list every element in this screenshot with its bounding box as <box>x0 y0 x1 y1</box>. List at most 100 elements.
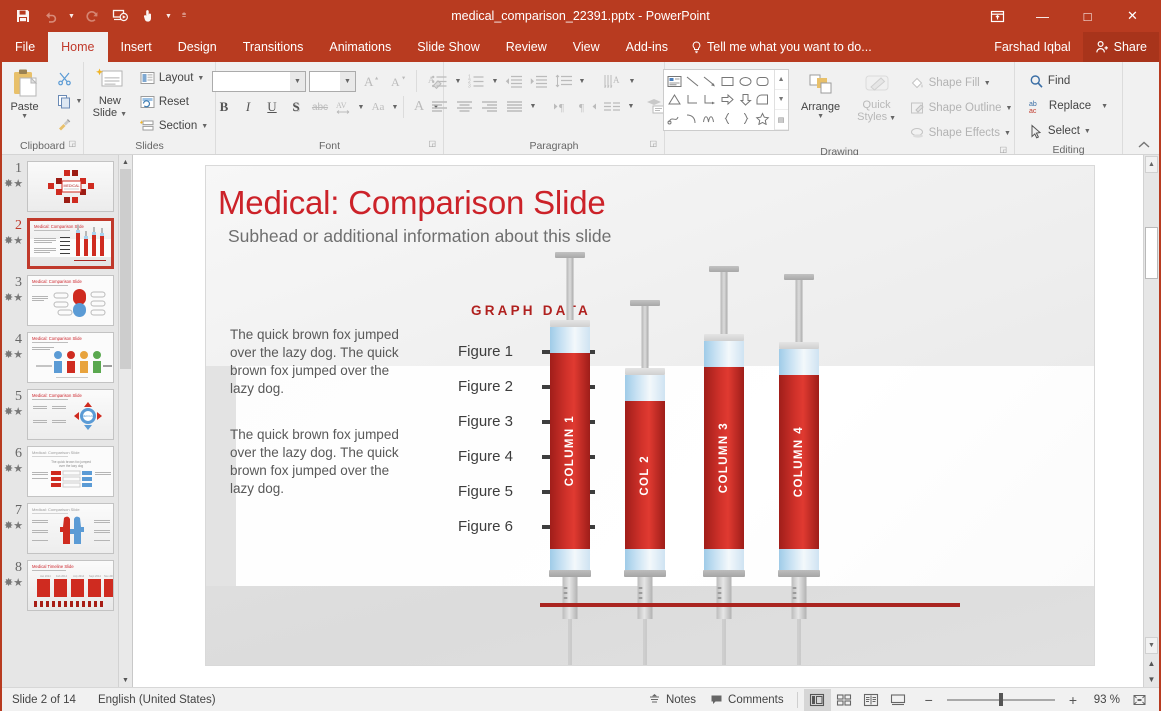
find-button[interactable]: Find <box>1025 70 1074 92</box>
slide-subhead[interactable]: Subhead or additional information about … <box>228 226 611 247</box>
select-dropdown-icon[interactable]: ▼ <box>1084 128 1091 135</box>
reading-view-button[interactable] <box>858 689 885 711</box>
thumbnail-scroll-down-icon[interactable]: ▼ <box>119 673 132 687</box>
shape-fill-button[interactable]: Shape Fill ▼ <box>906 72 1017 94</box>
shapes-scroll-up-icon[interactable]: ▲ <box>775 70 788 90</box>
underline-button[interactable]: U <box>260 96 284 118</box>
copy-dropdown-icon[interactable]: ▼ <box>76 98 83 105</box>
shapes-more-icon[interactable]: ▤ <box>775 110 788 130</box>
list-item[interactable]: 3✸★ Medical: Comparison Slide <box>2 269 118 326</box>
syringe-column-2[interactable]: COL 2 <box>621 300 669 652</box>
shape-right-brace-icon[interactable] <box>736 109 754 128</box>
tab-insert[interactable]: Insert <box>108 32 165 62</box>
align-center-button[interactable] <box>453 95 477 117</box>
font-size-dropdown-icon[interactable]: ▼ <box>340 72 355 91</box>
collapse-ribbon-icon[interactable] <box>1137 139 1151 151</box>
previous-slide-icon[interactable]: ▲ <box>1144 655 1159 671</box>
shape-right-arrow-icon[interactable] <box>719 91 737 110</box>
bullets-button[interactable] <box>428 70 452 92</box>
new-slide-button[interactable]: NewSlide ▼ <box>87 65 133 121</box>
shape-textbox-icon[interactable] <box>666 72 684 91</box>
text-direction-dropdown-icon[interactable]: ▼ <box>627 78 638 85</box>
section-dropdown-icon[interactable]: ▼ <box>201 123 208 130</box>
numbering-dropdown-icon[interactable]: ▼ <box>490 78 501 85</box>
tab-transitions[interactable]: Transitions <box>230 32 317 62</box>
layout-button[interactable]: Layout ▼ <box>136 67 212 89</box>
slide-thumbnail-panel[interactable]: 1✸★ MEDICAL <box>2 155 133 687</box>
shape-rounded-rectangle-icon[interactable] <box>754 72 772 91</box>
shape-line-icon[interactable] <box>683 72 701 91</box>
change-case-button[interactable]: Aa <box>366 96 390 118</box>
columns-button[interactable] <box>601 95 625 117</box>
tab-design[interactable]: Design <box>165 32 230 62</box>
zoom-in-button[interactable]: + <box>1062 689 1084 711</box>
shapes-gallery[interactable]: ▲ ▼ ▤ <box>663 69 789 131</box>
text-direction-button[interactable]: A <box>602 70 626 92</box>
slide-counter[interactable]: Slide 2 of 14 <box>12 694 76 706</box>
share-button[interactable]: Share <box>1083 32 1159 62</box>
list-item[interactable]: 2✸★ Medical: Comparison Slide <box>2 212 118 269</box>
cut-button[interactable] <box>53 67 87 89</box>
increase-font-size-button[interactable]: A <box>359 70 383 92</box>
strikethrough-button[interactable]: abc <box>308 96 332 118</box>
slide-thumbnail-3[interactable]: Medical: Comparison Slide <box>27 275 114 326</box>
zoom-slider[interactable] <box>947 689 1055 711</box>
shapes-scroll-down-icon[interactable]: ▼ <box>775 90 788 110</box>
tab-add-ins[interactable]: Add-ins <box>613 32 681 62</box>
shape-arrow-icon[interactable] <box>701 72 719 91</box>
zoom-slider-knob[interactable] <box>999 693 1003 706</box>
zoom-level[interactable]: 93 % <box>1084 694 1126 706</box>
shape-triangle-icon[interactable] <box>666 91 684 110</box>
shape-down-arrow-icon[interactable] <box>736 91 754 110</box>
slide-canvas-area[interactable]: Medical: Comparison Slide Subhead or add… <box>133 155 1159 687</box>
bold-button[interactable]: B <box>212 96 236 118</box>
character-spacing-dropdown-icon[interactable]: ▼ <box>356 104 366 111</box>
arrange-button[interactable]: Arrange ▼ <box>794 69 848 120</box>
user-name[interactable]: Farshad Iqbal <box>982 32 1082 62</box>
text-shadow-button[interactable]: S <box>284 96 308 118</box>
canvas-scrollbar-thumb[interactable] <box>1145 227 1158 279</box>
slide-thumbnail-7[interactable]: Medical: Comparison Slide <box>27 503 114 554</box>
decrease-indent-button[interactable] <box>502 70 526 92</box>
shape-ellipse-icon[interactable] <box>736 72 754 91</box>
copy-button[interactable]: ▼ <box>53 90 87 112</box>
paste-dropdown-icon[interactable]: ▼ <box>21 113 28 120</box>
layout-dropdown-icon[interactable]: ▼ <box>197 75 204 82</box>
shape-pie-icon[interactable] <box>754 91 772 110</box>
quick-styles-button[interactable]: QuickStyles ▼ <box>853 69 901 125</box>
font-dialog-launcher-icon[interactable]: ◲ <box>428 136 436 152</box>
justify-dropdown-icon[interactable]: ▼ <box>528 103 539 110</box>
decrease-font-size-button[interactable]: A <box>386 70 410 92</box>
minimize-button[interactable]: — <box>1020 0 1065 32</box>
slide-sorter-view-button[interactable] <box>831 689 858 711</box>
syringe-column-3[interactable]: COLUMN 3 <box>700 266 748 652</box>
ltr-direction-button[interactable]: ¶ <box>551 95 575 117</box>
font-name-input[interactable]: ▼ <box>212 71 306 92</box>
line-spacing-dropdown-icon[interactable]: ▼ <box>577 78 588 85</box>
syringe-column-1[interactable]: COLUMN 1 <box>546 252 594 652</box>
tell-me-search[interactable]: Tell me what you want to do... <box>681 32 882 62</box>
slide-thumbnail-6[interactable]: Medical: Comparison Slide The quick brow… <box>27 446 114 497</box>
reset-button[interactable]: Reset <box>136 91 212 113</box>
shape-scribble-icon[interactable] <box>666 109 684 128</box>
arrange-dropdown-icon[interactable]: ▼ <box>817 113 824 120</box>
shape-star-icon[interactable] <box>754 109 772 128</box>
shape-outline-dropdown-icon[interactable]: ▼ <box>1005 105 1012 112</box>
next-slide-icon[interactable]: ▼ <box>1144 671 1159 687</box>
align-left-button[interactable] <box>428 95 452 117</box>
list-item[interactable]: 6✸★ Medical: Comparison Slide The quick … <box>2 440 118 497</box>
slide-thumbnail-1[interactable]: MEDICAL <box>27 161 114 212</box>
slide-thumbnail-2[interactable]: Medical: Comparison Slide <box>27 218 114 269</box>
shape-arc-icon[interactable] <box>683 109 701 128</box>
tab-animations[interactable]: Animations <box>316 32 404 62</box>
close-button[interactable]: ✕ <box>1110 0 1155 32</box>
align-right-button[interactable] <box>478 95 502 117</box>
format-painter-button[interactable] <box>53 113 87 135</box>
slide-title[interactable]: Medical: Comparison Slide <box>218 184 606 222</box>
change-case-dropdown-icon[interactable]: ▼ <box>390 104 400 111</box>
tab-slide-show[interactable]: Slide Show <box>404 32 493 62</box>
select-button[interactable]: Select ▼ <box>1025 120 1095 142</box>
shape-elbow-arrow-icon[interactable] <box>701 91 719 110</box>
thumbnail-scrollbar-thumb[interactable] <box>120 169 131 369</box>
tab-review[interactable]: Review <box>493 32 560 62</box>
